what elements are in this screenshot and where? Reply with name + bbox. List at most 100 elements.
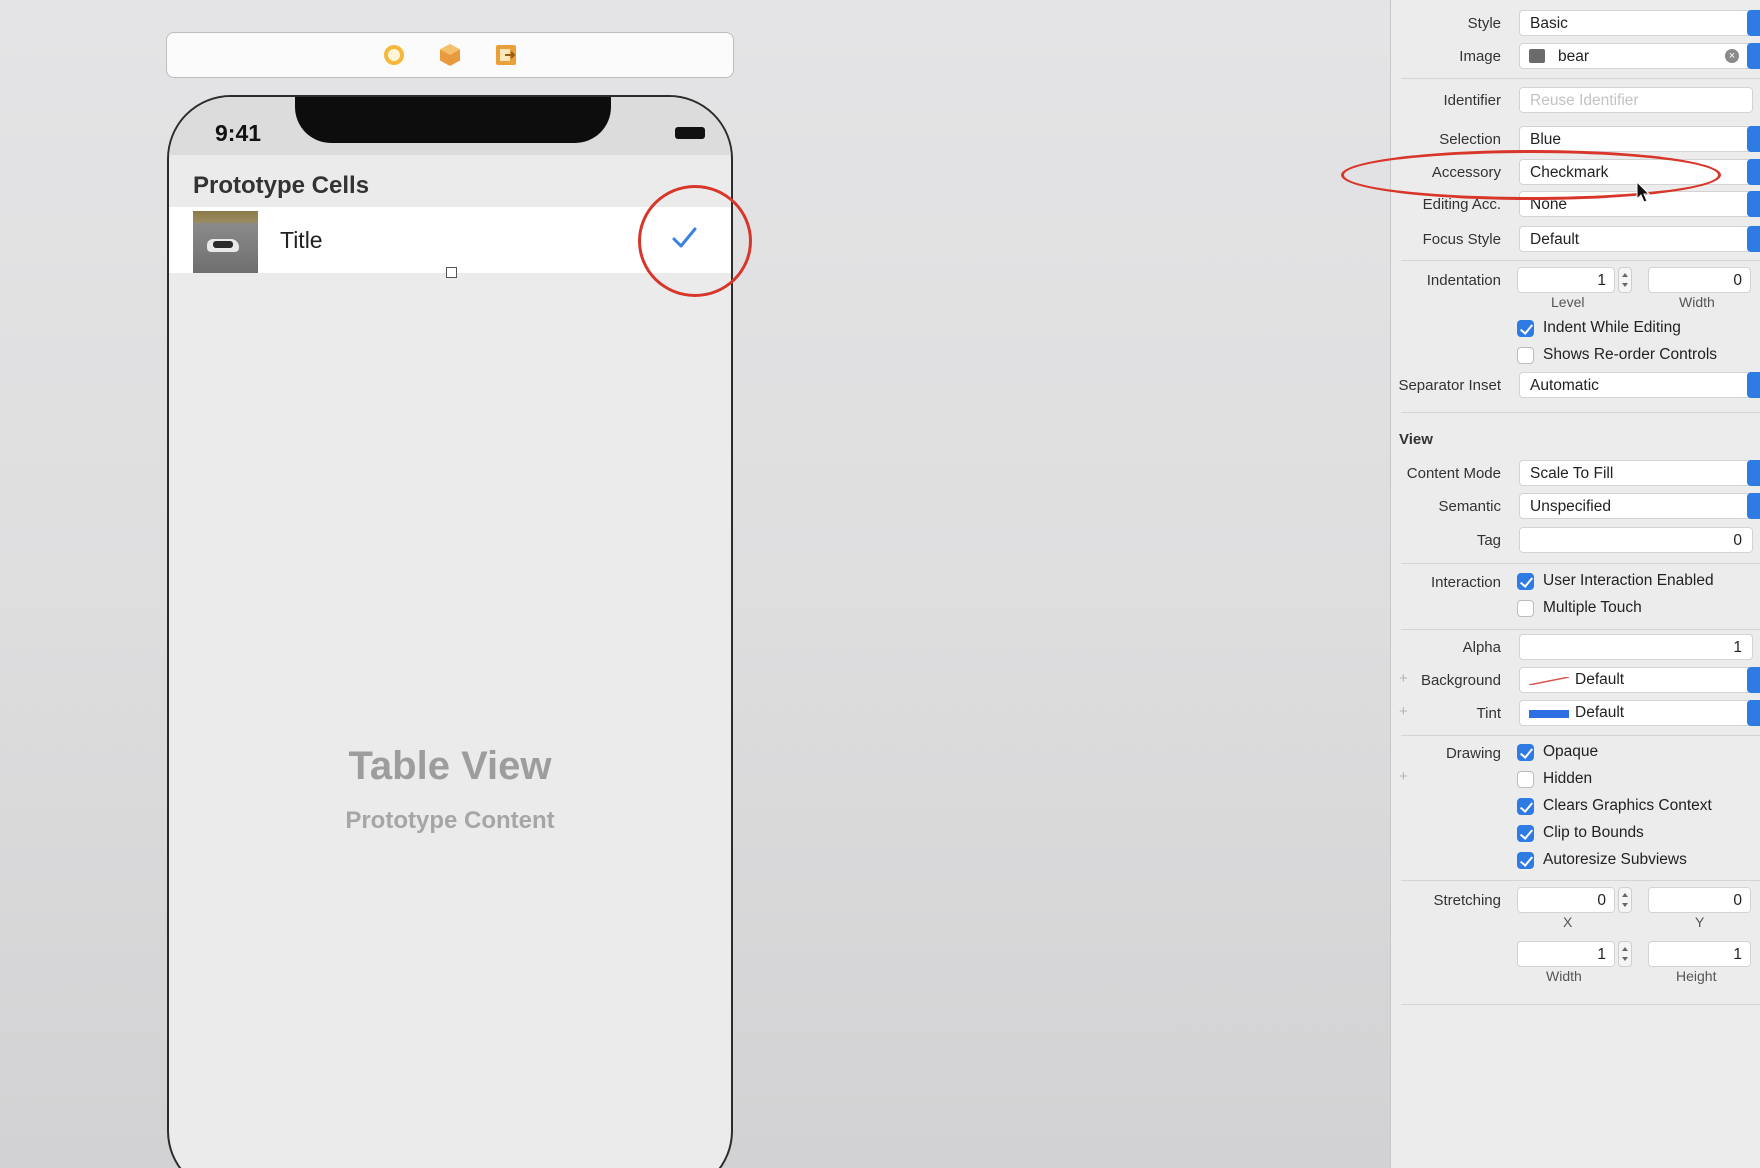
- selection-row: Selection Blue: [1391, 126, 1760, 152]
- semantic-popup-arrow[interactable]: [1747, 493, 1760, 519]
- checkbox-indicator[interactable]: [1517, 744, 1534, 761]
- cell-title: Title: [280, 227, 323, 253]
- indent-while-editing-checkbox[interactable]: Indent While Editing: [1517, 318, 1760, 340]
- separator-inset-popup-arrow[interactable]: [1747, 372, 1760, 398]
- prototype-cell[interactable]: Title: [169, 207, 731, 273]
- x-sublabel: X: [1563, 914, 1573, 930]
- divider: [1401, 880, 1760, 881]
- editing-acc-popup-arrow[interactable]: [1747, 191, 1760, 217]
- divider: [1401, 735, 1760, 736]
- checkbox-indicator[interactable]: [1517, 798, 1534, 815]
- first-responder-icon[interactable]: [437, 42, 463, 68]
- selection-label: Selection: [1439, 131, 1501, 148]
- identifier-label: Identifier: [1443, 92, 1501, 109]
- selection-popup-arrow[interactable]: [1747, 126, 1760, 152]
- image-label: Image: [1459, 48, 1501, 65]
- stretching-height-field[interactable]: 1: [1648, 941, 1751, 967]
- exit-icon[interactable]: [493, 42, 519, 68]
- separator-inset-row: Separator Inset Automatic: [1391, 372, 1760, 398]
- selection-popup[interactable]: Blue: [1519, 126, 1753, 152]
- content-mode-popup-arrow[interactable]: [1747, 460, 1760, 486]
- content-mode-popup[interactable]: Scale To Fill: [1519, 460, 1753, 486]
- hidden-checkbox[interactable]: Hidden: [1517, 769, 1760, 791]
- width-sublabel: Width: [1679, 294, 1715, 310]
- image-combo[interactable]: bear: [1519, 43, 1753, 69]
- stretching-size-row: 1 1 Width Height: [1391, 941, 1760, 989]
- tint-popup-arrow[interactable]: [1747, 700, 1760, 726]
- plus-icon[interactable]: +: [1399, 768, 1408, 785]
- style-row: Style Basic: [1391, 10, 1760, 36]
- checkbox-indicator[interactable]: [1517, 320, 1534, 337]
- style-popup-arrow[interactable]: [1747, 10, 1760, 36]
- clip-to-bounds-label: Clip to Bounds: [1543, 824, 1644, 841]
- style-popup[interactable]: Basic: [1519, 10, 1753, 36]
- separator-inset-popup[interactable]: Automatic: [1519, 372, 1753, 398]
- stretching-x-field[interactable]: 0: [1517, 887, 1615, 913]
- identifier-field[interactable]: Reuse Identifier: [1519, 87, 1753, 113]
- iphone-frame: 9:41 Prototype Cells Title Table View Pr…: [167, 95, 733, 1168]
- semantic-popup[interactable]: Unspecified: [1519, 493, 1753, 519]
- alpha-field[interactable]: 1: [1519, 634, 1753, 660]
- shows-reorder-label: Shows Re-order Controls: [1543, 346, 1718, 363]
- focus-style-popup-arrow[interactable]: [1747, 226, 1760, 252]
- plus-icon[interactable]: +: [1399, 670, 1408, 687]
- accessory-row: Accessory Checkmark: [1391, 159, 1760, 185]
- tint-swatch: [1529, 710, 1569, 718]
- stretching-x-stepper[interactable]: [1618, 887, 1632, 913]
- image-row: Image bear ×: [1391, 43, 1760, 69]
- background-popup-arrow[interactable]: [1747, 667, 1760, 693]
- checkmark-icon: [672, 227, 697, 248]
- view-controller-icon[interactable]: [381, 42, 407, 68]
- indentation-width-field[interactable]: 0: [1648, 267, 1751, 293]
- indentation-label: Indentation: [1426, 272, 1501, 289]
- interaction-label: Interaction: [1430, 574, 1501, 591]
- view-section-title: View: [1399, 431, 1433, 448]
- drawing-label: Drawing: [1445, 745, 1501, 762]
- cell-image-bear: [193, 211, 258, 273]
- cell-resize-handle[interactable]: [446, 267, 457, 278]
- stretching-xy-row: Stretching 0 0 X Y: [1391, 887, 1760, 935]
- y-sublabel: Y: [1695, 914, 1705, 930]
- focus-style-popup[interactable]: Default: [1519, 226, 1753, 252]
- autoresize-checkbox[interactable]: Autoresize Subviews: [1517, 850, 1760, 872]
- indentation-level-stepper[interactable]: [1618, 267, 1632, 293]
- tag-label: Tag: [1476, 532, 1501, 549]
- checkbox-indicator[interactable]: [1517, 573, 1534, 590]
- opaque-checkbox[interactable]: Opaque: [1517, 742, 1760, 764]
- clear-icon[interactable]: ×: [1725, 49, 1739, 63]
- tint-value: Default: [1575, 704, 1625, 721]
- level-sublabel: Level: [1551, 294, 1585, 310]
- section-header: Prototype Cells: [193, 172, 370, 199]
- multiple-touch-checkbox[interactable]: Multiple Touch: [1517, 598, 1760, 620]
- hidden-label: Hidden: [1543, 770, 1593, 787]
- indentation-level-field[interactable]: 1: [1517, 267, 1615, 293]
- checkbox-indicator[interactable]: [1517, 600, 1534, 617]
- clip-to-bounds-checkbox[interactable]: Clip to Bounds: [1517, 823, 1760, 845]
- plus-icon[interactable]: +: [1399, 703, 1408, 720]
- accessory-label: Accessory: [1431, 164, 1501, 181]
- style-label: Style: [1467, 15, 1501, 32]
- checkbox-indicator[interactable]: [1517, 771, 1534, 788]
- divider: [1401, 260, 1760, 261]
- clears-graphics-checkbox[interactable]: Clears Graphics Context: [1517, 796, 1760, 818]
- editing-acc-row: Editing Acc. None: [1391, 191, 1760, 217]
- checkbox-indicator[interactable]: [1517, 825, 1534, 842]
- shows-reorder-checkbox[interactable]: Shows Re-order Controls: [1517, 345, 1760, 367]
- identifier-row: Identifier Reuse Identifier: [1391, 87, 1760, 113]
- user-interaction-checkbox[interactable]: User Interaction Enabled: [1517, 571, 1760, 593]
- checkbox-indicator[interactable]: [1517, 852, 1534, 869]
- editing-acc-label: Editing Acc.: [1422, 196, 1501, 213]
- content-mode-label: Content Mode: [1406, 465, 1501, 482]
- tag-field[interactable]: 0: [1519, 527, 1753, 553]
- stretching-y-field[interactable]: 0: [1648, 887, 1751, 913]
- stretching-width-field[interactable]: 1: [1517, 941, 1615, 967]
- divider: [1401, 1004, 1760, 1005]
- indentation-row: Indentation 1 0 Level Width: [1391, 267, 1760, 315]
- image-popup-arrow[interactable]: [1747, 43, 1760, 69]
- accessory-popup-arrow[interactable]: [1747, 159, 1760, 185]
- checkbox-indicator[interactable]: [1517, 347, 1534, 364]
- background-row: + Background Default: [1391, 667, 1760, 693]
- status-time: 9:41: [215, 120, 262, 146]
- stretching-width-stepper[interactable]: [1618, 941, 1632, 967]
- alpha-label: Alpha: [1462, 639, 1501, 656]
